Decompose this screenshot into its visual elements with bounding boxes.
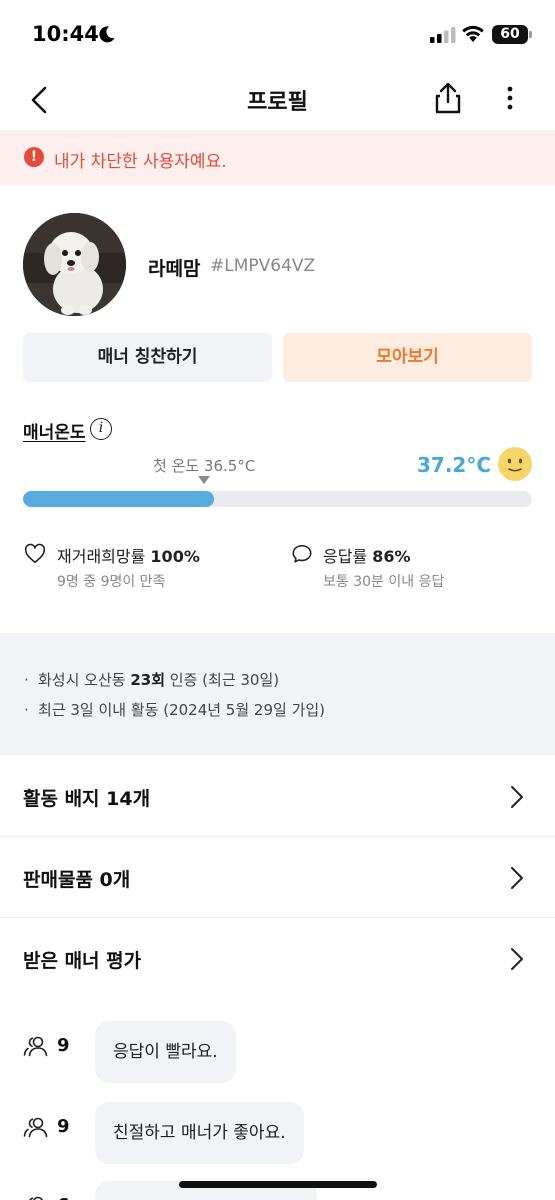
response-rate-value: 86%	[372, 547, 411, 566]
temperature-bar	[23, 491, 532, 507]
smile-face-icon	[498, 447, 532, 481]
location-text: 화성시 오산동	[38, 671, 131, 689]
sales-items-row[interactable]: 판매물품 0개	[0, 837, 555, 918]
chevron-right-icon	[511, 786, 523, 808]
response-rate-label: 응답률	[323, 547, 368, 566]
battery-cap	[529, 31, 532, 38]
rehire-rate-value: 100%	[150, 547, 200, 566]
activity-text: 최근 3일 이내 활동 (2024년 5월 29일 가입)	[38, 701, 326, 719]
temperature-bar-fill	[23, 491, 214, 507]
profile-info-section: · 화성시 오산동 23회 인증 (최근 30일) · 최근 3일 이내 활동 (2…	[0, 633, 555, 755]
chevron-right-icon	[511, 867, 523, 889]
sales-items-label: 판매물품 0개	[23, 869, 131, 891]
current-temperature: 37.2°C	[417, 453, 492, 477]
wifi-icon	[462, 25, 484, 42]
review-text: 친절하고 매너가 좋아요.	[95, 1102, 304, 1164]
status-bar: 10:44 60	[0, 0, 555, 70]
review-count: 6	[57, 1195, 70, 1200]
chevron-right-icon	[511, 948, 523, 970]
verification-period: 인증 (최근 30일)	[165, 671, 280, 689]
blocked-user-banner: ! 내가 차단한 사용자예요.	[0, 130, 555, 186]
activity-badges-label: 활동 배지 14개	[23, 788, 151, 810]
info-icon[interactable]: i	[90, 418, 112, 440]
first-temperature-marker	[198, 476, 210, 484]
manner-review-item: 9 응답이 빨라요.	[0, 1021, 555, 1083]
heart-icon	[24, 543, 46, 564]
moon-icon	[99, 26, 115, 43]
share-icon[interactable]	[430, 80, 466, 116]
rehire-rate-label: 재거래희망률	[57, 547, 146, 566]
top-navigation: 프로필	[0, 70, 555, 128]
more-vertical-icon[interactable]	[494, 82, 526, 114]
bullet: ·	[24, 701, 29, 719]
review-count: 9	[57, 1035, 70, 1056]
alert-circle-icon: !	[24, 147, 44, 167]
manner-review-item: 9 친절하고 매너가 좋아요.	[0, 1102, 555, 1164]
battery-icon: 60	[492, 25, 528, 44]
praise-manner-button[interactable]: 매너 칭찬하기	[23, 333, 272, 382]
received-manners-label: 받은 매너 평가	[23, 950, 142, 972]
first-temperature-label: 첫 온도 36.5°C	[153, 457, 256, 475]
nickname: 라떼맘	[148, 258, 201, 280]
activity-info: · 최근 3일 이내 활동 (2024년 5월 29일 가입)	[24, 699, 325, 720]
rehire-rate-detail: 9명 중 9명이 만족	[57, 574, 166, 590]
avatar-dog-photo	[23, 213, 126, 316]
avatar[interactable]	[23, 213, 126, 316]
activity-badges-row[interactable]: 활동 배지 14개	[0, 756, 555, 837]
home-indicator	[179, 1181, 377, 1188]
blocked-user-message: 내가 차단한 사용자예요.	[54, 152, 227, 172]
cellular-signal-icon	[430, 27, 456, 43]
response-rate-detail: 보통 30분 이내 응답	[323, 574, 445, 590]
manner-temperature-label[interactable]: 매너온도	[23, 418, 86, 443]
response-rate: 응답률 86%	[323, 543, 411, 567]
users-icon	[23, 1036, 48, 1057]
page-title: 프로필	[247, 90, 308, 115]
users-icon	[23, 1117, 48, 1138]
users-icon	[29, 1196, 43, 1200]
bullet: ·	[24, 671, 29, 689]
verification-count: 23회	[130, 671, 166, 689]
review-count: 9	[57, 1116, 70, 1137]
chat-bubble-icon	[292, 544, 312, 563]
collect-button[interactable]: 모아보기	[283, 333, 532, 382]
status-time: 10:44	[32, 22, 99, 46]
rehire-rate: 재거래희망률 100%	[57, 543, 200, 567]
user-id: #LMPV64VZ	[210, 256, 316, 276]
received-manners-row[interactable]: 받은 매너 평가	[0, 918, 555, 999]
location-verification: · 화성시 오산동 23회 인증 (최근 30일)	[24, 669, 279, 690]
review-text: 응답이 빨라요.	[95, 1021, 236, 1083]
